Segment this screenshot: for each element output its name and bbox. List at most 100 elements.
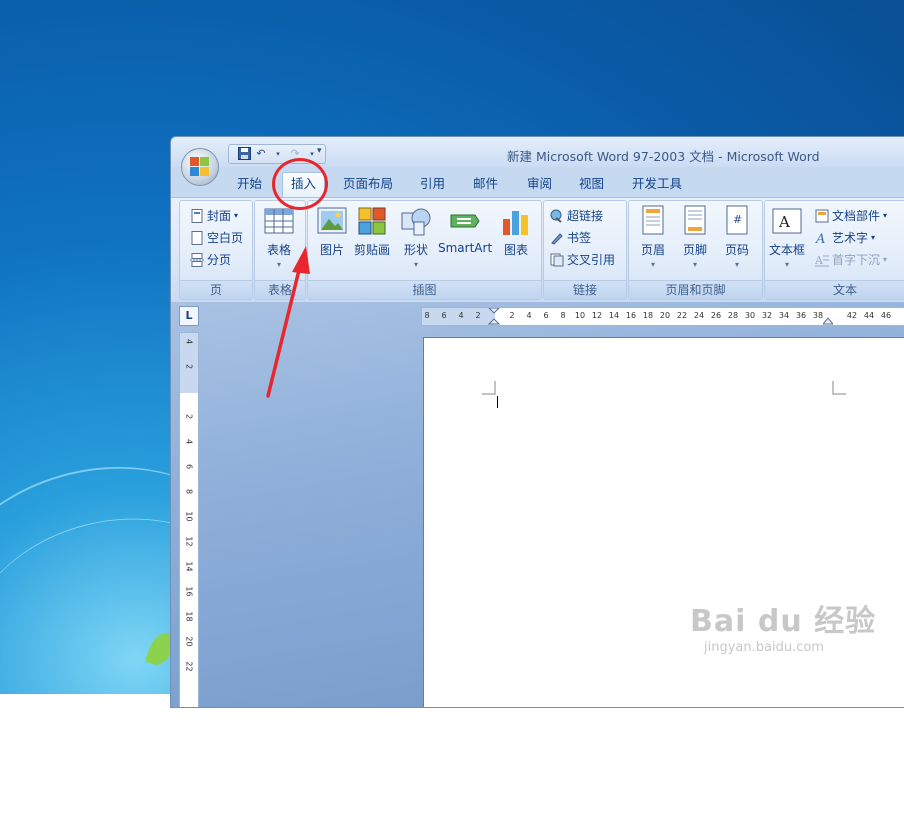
svg-text:A: A — [815, 254, 824, 267]
header-button[interactable]: 页眉 ▾ — [637, 205, 669, 269]
ruler-tick-label: 18 — [642, 311, 654, 320]
ruler-tick-label: 42 — [846, 311, 858, 320]
ruler-tick-label: 8 — [424, 311, 430, 320]
smartart-icon — [449, 205, 481, 237]
baidu-watermark: Bai du 经验 jingyan.baidu.com — [690, 596, 876, 655]
ruler-tick-label: 4 — [526, 311, 532, 320]
ruler-tick-label: 14 — [608, 311, 620, 320]
ruler-tick-label: 6 — [184, 463, 194, 470]
ruler-tick-label: 22 — [676, 311, 688, 320]
picture-icon — [316, 205, 348, 237]
page-break-icon — [190, 252, 204, 267]
quick-parts-button[interactable]: 文档部件 ▾ — [815, 207, 887, 224]
tab-mailings[interactable]: 邮件 — [473, 173, 498, 197]
ruler-tick-label: 4 — [458, 311, 464, 320]
page-break-button[interactable]: 分页 — [190, 251, 231, 268]
table-icon — [263, 205, 295, 237]
hyperlink-button[interactable]: 超链接 — [550, 207, 603, 224]
window-title: 新建 Microsoft Word 97-2003 文档 - Microsoft… — [507, 149, 820, 164]
ruler-tick-label: 26 — [710, 311, 722, 320]
customize-dropdown-icon[interactable]: ▾ — [317, 146, 322, 156]
ruler-tick-label: 24 — [693, 311, 705, 320]
group-links: 超链接 书签 交叉引用 链接 — [543, 200, 627, 300]
group-label-text: 文本 — [765, 280, 904, 299]
ruler-tick-label: 20 — [184, 636, 194, 647]
ruler-tick-label: 10 — [184, 511, 194, 522]
text-box-button[interactable]: A 文本框 ▾ — [769, 205, 805, 269]
save-icon[interactable] — [237, 147, 251, 161]
ruler-tick-label: 38 — [812, 311, 824, 320]
undo-icon[interactable]: ↶ — [254, 147, 268, 161]
group-label-links: 链接 — [544, 280, 626, 299]
ruler-tick-label: 10 — [574, 311, 586, 320]
ruler-tick-label: 8 — [184, 488, 194, 495]
ruler-tick-label: 4 — [184, 438, 194, 445]
bookmark-icon — [550, 231, 564, 245]
shapes-button[interactable]: 形状 ▾ — [400, 205, 432, 269]
clip-art-button[interactable]: 剪贴画 — [354, 205, 390, 258]
text-box-icon: A — [771, 205, 803, 237]
undo-dropdown-icon[interactable]: ▾ — [271, 147, 285, 161]
chart-icon — [500, 205, 532, 237]
tab-review[interactable]: 审阅 — [527, 173, 552, 197]
ruler-tick-label: 6 — [543, 311, 549, 320]
group-header-footer: 页眉 ▾ 页脚 ▾ # 页码 ▾ 页眉和页脚 — [628, 200, 763, 300]
tab-developer[interactable]: 开发工具 — [632, 173, 682, 197]
tab-references[interactable]: 引用 — [420, 173, 445, 197]
svg-text:A: A — [778, 213, 790, 231]
wordart-icon: A — [815, 231, 829, 247]
cross-reference-icon — [550, 253, 564, 267]
footer-button[interactable]: 页脚 ▾ — [679, 205, 711, 269]
smartart-button[interactable]: SmartArt — [438, 205, 492, 255]
ruler-tick-label: 20 — [659, 311, 671, 320]
drop-cap-button[interactable]: A 首字下沉 ▾ — [814, 251, 887, 268]
svg-text:A: A — [815, 232, 825, 245]
ruler-tick-label: 16 — [625, 311, 637, 320]
group-illustrations: 图片 剪贴画 形状 ▾ SmartArt 图表 插图 — [307, 200, 542, 300]
ruler-tick-label: 2 — [475, 311, 481, 320]
tab-selector-button[interactable]: L — [179, 306, 199, 326]
horizontal-ruler[interactable]: 8 6 4 2 2 4 6 8 10 12 14 16 18 20 22 24 26 28 30 32 34 36 38 42… — [421, 307, 904, 326]
page-number-icon: # — [721, 205, 753, 237]
ruler-tick-label: 8 — [560, 311, 566, 320]
ruler-tick-label: 2 — [509, 311, 515, 320]
indent-marker-icon[interactable] — [488, 308, 500, 325]
annotation-arrow-icon — [266, 246, 310, 398]
ruler-tick-label: 46 — [880, 311, 892, 320]
page-number-button[interactable]: # 页码 ▾ — [721, 205, 753, 269]
ruler-tick-label: 28 — [727, 311, 739, 320]
group-text: A 文本框 ▾ 文档部件 ▾ A 艺术字 ▾ A 首字下沉 ▾ 文本 — [764, 200, 904, 300]
blank-page-icon — [190, 230, 204, 245]
tab-view[interactable]: 视图 — [579, 173, 604, 197]
blank-page-button[interactable]: 空白页 — [190, 229, 243, 246]
dropdown-arrow-icon: ▾ — [785, 260, 790, 269]
dropdown-arrow-icon: ▾ — [650, 260, 655, 269]
ruler-tick-label: 6 — [441, 311, 447, 320]
watermark-sub-text: jingyan.baidu.com — [704, 640, 824, 655]
ruler-tick-label: 14 — [184, 561, 194, 572]
ruler-tick-label: 30 — [744, 311, 756, 320]
office-button[interactable] — [181, 148, 219, 186]
tab-home[interactable]: 开始 — [237, 173, 262, 197]
ruler-tick-label: 18 — [184, 611, 194, 622]
cover-page-button[interactable]: 封面 ▾ — [190, 207, 238, 224]
cover-page-icon — [190, 208, 204, 223]
header-icon — [637, 205, 669, 237]
svg-text:#: # — [733, 213, 742, 226]
ruler-tick-label: 12 — [184, 536, 194, 547]
ruler-tick-label: 2 — [184, 363, 194, 370]
crop-mark-top-right-icon — [832, 381, 846, 395]
vertical-ruler[interactable]: 4 2 2 4 6 8 10 12 14 16 18 20 22 — [179, 332, 199, 707]
bookmark-button[interactable]: 书签 — [550, 229, 591, 246]
office-logo-icon — [190, 157, 210, 177]
ruler-tick-label: 36 — [795, 311, 807, 320]
dropdown-arrow-icon: ▾ — [734, 260, 739, 269]
wordart-button[interactable]: A 艺术字 ▾ — [815, 229, 875, 247]
tab-page-layout[interactable]: 页面布局 — [343, 173, 393, 197]
ruler-tick-label: 44 — [863, 311, 875, 320]
ruler-tick-label: 34 — [778, 311, 790, 320]
chart-button[interactable]: 图表 — [500, 205, 532, 258]
ruler-tick-label: 22 — [184, 661, 194, 672]
cross-reference-button[interactable]: 交叉引用 — [550, 251, 615, 268]
ruler-tick-label: 4 — [184, 338, 194, 345]
